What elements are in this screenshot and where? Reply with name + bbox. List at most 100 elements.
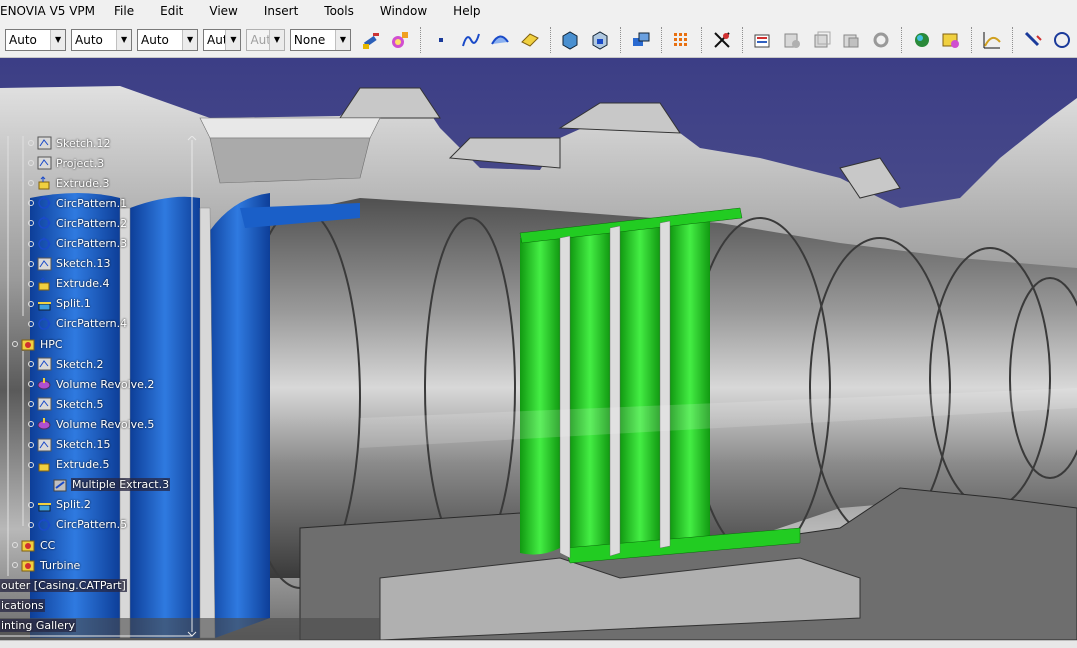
toolbar-separator xyxy=(971,26,973,53)
tree-node-knob[interactable] xyxy=(28,361,34,368)
tree-item[interactable]: ications xyxy=(0,596,45,614)
menu-file[interactable]: File xyxy=(101,4,147,18)
painter-icon[interactable] xyxy=(360,29,382,51)
tree-item[interactable]: CircPattern.5 xyxy=(28,516,128,534)
tree-item[interactable]: outer [Casing.CATPart] xyxy=(0,576,127,594)
tree-item[interactable]: Sketch.2 xyxy=(28,355,105,373)
knowledge-icon[interactable] xyxy=(781,29,803,51)
copy-icon[interactable] xyxy=(811,29,833,51)
tree-item[interactable]: Project.3 xyxy=(28,154,105,172)
plot-icon[interactable] xyxy=(981,29,1003,51)
spline-icon[interactable] xyxy=(460,29,482,51)
tree-node-knob[interactable] xyxy=(28,240,34,247)
chevron-down-icon[interactable]: ▼ xyxy=(225,29,241,50)
tree-item[interactable]: Sketch.12 xyxy=(28,134,112,152)
sketch-icon xyxy=(37,357,52,371)
chevron-down-icon[interactable]: ▼ xyxy=(50,29,66,50)
tree-item[interactable]: Extrude.3 xyxy=(28,174,111,192)
tree-item[interactable]: HPC xyxy=(12,335,64,353)
tree-node-knob[interactable] xyxy=(28,461,34,468)
tree-item[interactable]: Turbine xyxy=(12,556,81,574)
chevron-down-icon[interactable]: ▼ xyxy=(182,29,198,50)
tree-item[interactable]: Split.2 xyxy=(28,496,92,514)
tree-item-label: CircPattern.2 xyxy=(56,216,128,230)
tree-node-knob[interactable] xyxy=(28,441,34,448)
tree-node-knob[interactable] xyxy=(28,280,34,287)
measure-icon[interactable] xyxy=(1022,29,1044,51)
tree-item-label: Project.3 xyxy=(56,156,105,170)
chevron-down-icon[interactable]: ▼ xyxy=(334,29,350,50)
sketch-icon xyxy=(37,156,52,170)
toolbar-separator xyxy=(741,26,743,53)
catalog-icon[interactable] xyxy=(752,29,774,51)
rotate-icon[interactable] xyxy=(870,29,892,51)
tree-item[interactable]: Volume Revolve.2 xyxy=(28,375,155,393)
paste-icon[interactable] xyxy=(841,29,863,51)
menu-insert[interactable]: Insert xyxy=(251,4,311,18)
part-body-icon[interactable] xyxy=(589,29,611,51)
tree-item[interactable]: inting Gallery xyxy=(0,616,77,634)
tree-node-knob[interactable] xyxy=(28,140,34,146)
network-icon[interactable] xyxy=(911,29,933,51)
properties-icon[interactable] xyxy=(390,29,412,51)
curve-icon[interactable] xyxy=(489,29,511,51)
assembly-icon[interactable] xyxy=(630,29,652,51)
menu-tools[interactable]: Tools xyxy=(311,4,367,18)
tree-node-knob[interactable] xyxy=(28,180,34,187)
transparency-select[interactable]: Auto ▼ xyxy=(71,28,133,51)
grid-icon[interactable] xyxy=(671,29,693,51)
3d-viewport[interactable]: Sketch.12 Project.3 Extrude.3 CircPattern.1… xyxy=(0,58,1077,640)
tree-item-label: Extrude.3 xyxy=(56,176,110,190)
tree-node-knob[interactable] xyxy=(28,501,34,508)
specification-tree[interactable]: Sketch.12 Project.3 Extrude.3 CircPattern.1… xyxy=(0,136,200,640)
tree-item[interactable]: CC xyxy=(12,536,56,554)
tree-node-knob[interactable] xyxy=(28,381,34,388)
tree-node-knob[interactable] xyxy=(28,260,34,267)
tree-item[interactable]: Sketch.13 xyxy=(28,255,112,273)
tree-item[interactable]: Extrude.5 xyxy=(28,456,111,474)
tree-node-knob[interactable] xyxy=(28,401,34,408)
color-select[interactable]: Auto ▼ xyxy=(5,28,67,51)
tree-item[interactable]: CircPattern.4 xyxy=(28,315,128,333)
pattern-icon xyxy=(37,196,52,210)
tree-node-knob[interactable] xyxy=(12,542,18,548)
chevron-down-icon[interactable]: ▼ xyxy=(116,29,132,50)
tree-item-label: CircPattern.3 xyxy=(56,237,128,250)
tree-node-knob[interactable] xyxy=(28,160,34,167)
tree-node-knob[interactable] xyxy=(28,421,34,428)
tree-item[interactable]: Extrude.4 xyxy=(28,275,111,293)
menu-view[interactable]: View xyxy=(196,4,250,18)
tree-item[interactable]: CircPattern.2 xyxy=(28,214,128,232)
tree-node-knob[interactable] xyxy=(28,320,34,327)
tree-item[interactable]: CircPattern.1 xyxy=(28,194,128,212)
tree-item[interactable]: Volume Revolve.5 xyxy=(28,415,155,433)
catia-window: ENOVIA V5 VPM File Edit View Insert Tool… xyxy=(0,0,1077,648)
render-icon[interactable] xyxy=(941,29,963,51)
tree-node-knob[interactable] xyxy=(28,220,34,227)
snap-icon[interactable] xyxy=(711,29,733,51)
point-icon[interactable] xyxy=(430,29,452,51)
tree-item[interactable]: CircPattern.3 xyxy=(28,235,128,253)
part-design-icon[interactable] xyxy=(560,29,582,51)
menu-help[interactable]: Help xyxy=(440,4,493,18)
rendering-style-select[interactable]: None ▼ xyxy=(289,28,351,51)
constraint-icon[interactable] xyxy=(1051,29,1073,51)
tree-item-label: ications xyxy=(0,598,45,612)
tree-node-knob[interactable] xyxy=(28,300,34,307)
menu-window[interactable]: Window xyxy=(367,4,440,18)
menu-edit[interactable]: Edit xyxy=(147,4,196,18)
line-type-select[interactable]: Aut ▼ xyxy=(203,28,242,51)
line-thickness-select[interactable]: Auto ▼ xyxy=(137,28,199,51)
tree-item-label: Volume Revolve.5 xyxy=(56,417,155,431)
tree-node-knob[interactable] xyxy=(28,200,34,207)
tree-node-knob[interactable] xyxy=(28,521,34,528)
tree-item[interactable]: Sketch.5 xyxy=(28,395,105,413)
tree-item[interactable]: Sketch.15 xyxy=(28,436,112,454)
sketch-icon xyxy=(37,257,52,271)
tree-node-knob[interactable] xyxy=(12,562,18,569)
tree-item[interactable]: Split.1 xyxy=(28,295,92,313)
geometric-set-icon xyxy=(21,337,36,351)
tree-item[interactable]: Multiple Extract.3 xyxy=(44,476,171,494)
tree-node-knob[interactable] xyxy=(12,341,18,347)
surface-icon[interactable] xyxy=(519,29,541,51)
